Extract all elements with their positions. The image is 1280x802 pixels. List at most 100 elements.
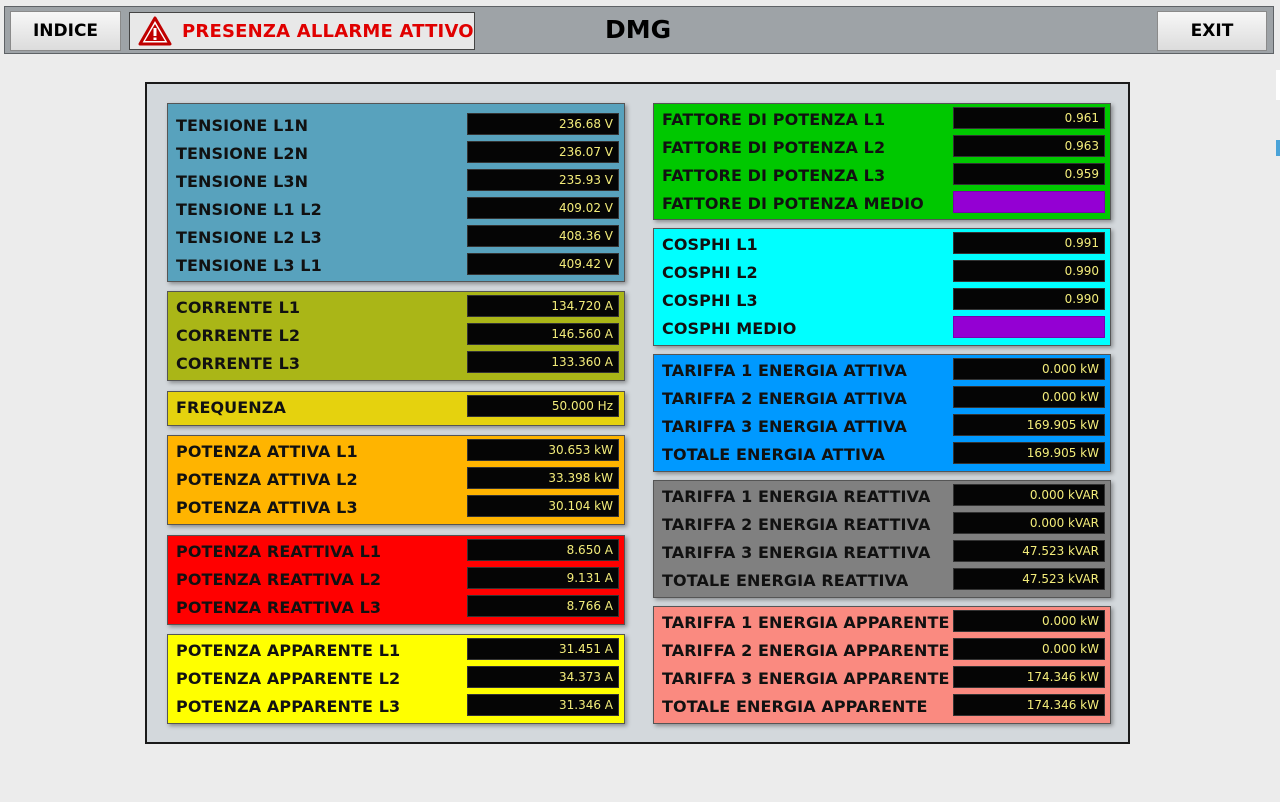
data-row: COSPHI L3 0.990: [654, 288, 1110, 312]
data-row: FATTORE DI POTENZA L3 0.959: [654, 163, 1110, 187]
row-label: FATTORE DI POTENZA L3: [662, 166, 886, 185]
row-value: [953, 191, 1105, 213]
data-row: TOTALE ENERGIA APPARENTE 174.346 kW: [654, 694, 1110, 718]
panel-frequenza: FREQUENZA 50.000 Hz: [167, 391, 625, 426]
data-frame: TENSIONE L1N 236.68 V TENSIONE L2N 236.07 V…: [145, 82, 1130, 744]
row-value: 408.36 V: [467, 225, 619, 247]
data-row: COSPHI L2 0.990: [654, 260, 1110, 284]
data-row: TARIFFA 1 ENERGIA APPARENTE 0.000 kW: [654, 610, 1110, 634]
row-label: TARIFFA 3 ENERGIA REATTIVA: [662, 543, 931, 562]
row-label: POTENZA APPARENTE L1: [176, 641, 401, 660]
panel-potenza-attiva: POTENZA ATTIVA L1 30.653 kW POTENZA ATTIVA…: [167, 435, 625, 525]
row-label: POTENZA ATTIVA L2: [176, 470, 358, 489]
row-value: 0.000 kVAR: [953, 512, 1105, 534]
row-label: FREQUENZA: [176, 398, 286, 417]
row-label: TOTALE ENERGIA ATTIVA: [662, 445, 885, 464]
row-label: COSPHI L1: [662, 235, 758, 254]
row-value: 30.653 kW: [467, 439, 619, 461]
panel-fattore-potenza: FATTORE DI POTENZA L1 0.961 FATTORE DI POT…: [653, 103, 1111, 220]
row-value: 174.346 kW: [953, 694, 1105, 716]
data-row: TARIFFA 3 ENERGIA APPARENTE 174.346 kW: [654, 666, 1110, 690]
row-label: TENSIONE L2N: [176, 144, 309, 163]
row-value: 174.346 kW: [953, 666, 1105, 688]
row-label: TENSIONE L3 L1: [176, 256, 322, 275]
row-label: POTENZA APPARENTE L2: [176, 669, 401, 688]
row-value: 146.560 A: [467, 323, 619, 345]
exit-button[interactable]: EXIT: [1157, 11, 1267, 51]
data-row: TARIFFA 1 ENERGIA ATTIVA 0.000 kW: [654, 358, 1110, 382]
panel-corrente: CORRENTE L1 134.720 A CORRENTE L2 146.560 A…: [167, 291, 625, 381]
data-row: POTENZA REATTIVA L3 8.766 A: [168, 595, 624, 619]
row-value: 8.650 A: [467, 539, 619, 561]
data-row: POTENZA APPARENTE L2 34.373 A: [168, 666, 624, 690]
row-label: CORRENTE L2: [176, 326, 301, 345]
data-row: TARIFFA 3 ENERGIA ATTIVA 169.905 kW: [654, 414, 1110, 438]
data-row: TENSIONE L2N 236.07 V: [168, 141, 624, 165]
row-label: TARIFFA 2 ENERGIA REATTIVA: [662, 515, 931, 534]
data-row: POTENZA ATTIVA L2 33.398 kW: [168, 467, 624, 491]
row-value: 169.905 kW: [953, 414, 1105, 436]
row-label: TOTALE ENERGIA APPARENTE: [662, 697, 928, 716]
row-label: POTENZA ATTIVA L1: [176, 442, 358, 461]
row-value: 0.963: [953, 135, 1105, 157]
row-value: 0.991: [953, 232, 1105, 254]
data-row: TARIFFA 2 ENERGIA APPARENTE 0.000 kW: [654, 638, 1110, 662]
data-row: COSPHI L1 0.991: [654, 232, 1110, 256]
row-label: TARIFFA 1 ENERGIA REATTIVA: [662, 487, 931, 506]
row-label: COSPHI MEDIO: [662, 319, 797, 338]
row-label: COSPHI L2: [662, 263, 758, 282]
indice-button[interactable]: INDICE: [10, 11, 121, 51]
row-value: 134.720 A: [467, 295, 619, 317]
row-value: 409.42 V: [467, 253, 619, 275]
row-value: [953, 316, 1105, 338]
row-value: 235.93 V: [467, 169, 619, 191]
data-row: CORRENTE L3 133.360 A: [168, 351, 624, 375]
alarm-indicator[interactable]: PRESENZA ALLARME ATTIVO: [129, 12, 475, 50]
row-label: TENSIONE L1 L2: [176, 200, 322, 219]
row-value: 0.959: [953, 163, 1105, 185]
panel-energia-reattiva: TARIFFA 1 ENERGIA REATTIVA 0.000 kVAR TARI…: [653, 480, 1111, 598]
row-label: POTENZA ATTIVA L3: [176, 498, 358, 517]
row-value: 409.02 V: [467, 197, 619, 219]
data-row: POTENZA REATTIVA L2 9.131 A: [168, 567, 624, 591]
data-row: TARIFFA 3 ENERGIA REATTIVA 47.523 kVAR: [654, 540, 1110, 564]
data-row: TARIFFA 2 ENERGIA ATTIVA 0.000 kW: [654, 386, 1110, 410]
panel-potenza-apparente: POTENZA APPARENTE L1 31.451 A POTENZA APPA…: [167, 634, 625, 724]
row-label: FATTORE DI POTENZA MEDIO: [662, 194, 924, 213]
data-row: TENSIONE L1 L2 409.02 V: [168, 197, 624, 221]
row-label: POTENZA APPARENTE L3: [176, 697, 401, 716]
data-row: CORRENTE L1 134.720 A: [168, 295, 624, 319]
data-row: FATTORE DI POTENZA L2 0.963: [654, 135, 1110, 159]
row-label: TARIFFA 1 ENERGIA APPARENTE: [662, 613, 950, 632]
row-value: 50.000 Hz: [467, 395, 619, 417]
data-row: TENSIONE L2 L3 408.36 V: [168, 225, 624, 249]
row-label: TARIFFA 1 ENERGIA ATTIVA: [662, 361, 907, 380]
panel-energia-attiva: TARIFFA 1 ENERGIA ATTIVA 0.000 kW TARIFFA …: [653, 354, 1111, 472]
data-row: POTENZA APPARENTE L3 31.346 A: [168, 694, 624, 718]
data-row: TARIFFA 2 ENERGIA REATTIVA 0.000 kVAR: [654, 512, 1110, 536]
row-value: 0.000 kVAR: [953, 484, 1105, 506]
data-row: POTENZA ATTIVA L1 30.653 kW: [168, 439, 624, 463]
row-label: TENSIONE L1N: [176, 116, 309, 135]
row-value: 0.000 kW: [953, 638, 1105, 660]
row-value: 0.990: [953, 260, 1105, 282]
row-value: 31.346 A: [467, 694, 619, 716]
row-label: TENSIONE L3N: [176, 172, 309, 191]
row-label: TOTALE ENERGIA REATTIVA: [662, 571, 909, 590]
row-value: 0.990: [953, 288, 1105, 310]
row-label: FATTORE DI POTENZA L2: [662, 138, 886, 157]
data-row: POTENZA REATTIVA L1 8.650 A: [168, 539, 624, 563]
row-value: 30.104 kW: [467, 495, 619, 517]
row-label: TARIFFA 2 ENERGIA ATTIVA: [662, 389, 907, 408]
row-value: 9.131 A: [467, 567, 619, 589]
page-title: DMG: [605, 15, 672, 44]
row-label: TENSIONE L2 L3: [176, 228, 322, 247]
row-value: 0.000 kW: [953, 386, 1105, 408]
row-value: 47.523 kVAR: [953, 568, 1105, 590]
data-row: TENSIONE L3N 235.93 V: [168, 169, 624, 193]
warning-triangle-icon: [138, 16, 172, 46]
data-row: TENSIONE L3 L1 409.42 V: [168, 253, 624, 277]
row-value: 236.68 V: [467, 113, 619, 135]
row-label: FATTORE DI POTENZA L1: [662, 110, 886, 129]
row-label: POTENZA REATTIVA L2: [176, 570, 382, 589]
